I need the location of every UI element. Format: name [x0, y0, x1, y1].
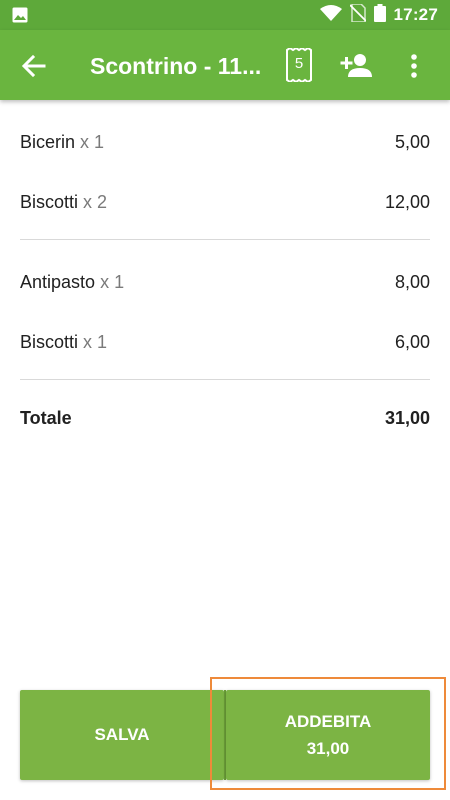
item-name: Bicerin — [20, 132, 76, 152]
item-quantity: x 1 — [100, 272, 125, 292]
battery-icon — [373, 3, 386, 27]
more-vert-icon[interactable] — [402, 51, 426, 81]
gallery-notification-icon — [12, 7, 28, 28]
item-price: 12,00 — [384, 192, 430, 212]
wifi-icon — [319, 4, 342, 26]
divider — [20, 379, 430, 380]
list-item: Biscotti x 1 6,00 — [20, 327, 430, 357]
item-price: 8,00 — [394, 272, 430, 292]
status-indicators: 17:27 — [319, 0, 438, 30]
save-button[interactable]: SALVA — [20, 690, 224, 780]
status-bar: 17:27 — [0, 0, 450, 30]
item-price: 5,00 — [394, 132, 430, 152]
list-item: Bicerin x 1 5,00 — [20, 127, 430, 157]
no-sim-icon — [348, 2, 367, 27]
charge-button-amount: 31,00 — [306, 739, 350, 758]
item-quantity: x 1 — [83, 332, 108, 352]
divider — [20, 239, 430, 240]
add-person-icon[interactable] — [339, 51, 373, 81]
item-quantity: x 1 — [80, 132, 105, 152]
item-name: Antipasto — [20, 272, 96, 292]
receipt-count-badge: 5 — [294, 55, 304, 72]
total-label: Totale — [20, 408, 72, 428]
item-name: Biscotti — [20, 192, 79, 212]
charge-button-label: ADDEBITA — [284, 712, 372, 731]
list-item: Biscotti x 2 12,00 — [20, 187, 430, 217]
charge-button[interactable]: ADDEBITA 31,00 — [226, 690, 430, 780]
list-item: Antipasto x 1 8,00 — [20, 267, 430, 297]
back-arrow-icon[interactable] — [18, 50, 50, 82]
item-quantity: x 2 — [83, 192, 108, 212]
app-bar: Scontrino - 11... 5 — [0, 30, 450, 100]
total-row: Totale 31,00 — [20, 403, 430, 433]
save-button-label: SALVA — [94, 725, 150, 744]
page-title: Scontrino - 11... — [90, 53, 262, 79]
item-price: 6,00 — [394, 332, 430, 352]
receipt-button[interactable]: 5 — [285, 46, 317, 84]
item-name: Biscotti — [20, 332, 79, 352]
clock: 17:27 — [393, 5, 438, 24]
total-value: 31,00 — [384, 408, 430, 428]
